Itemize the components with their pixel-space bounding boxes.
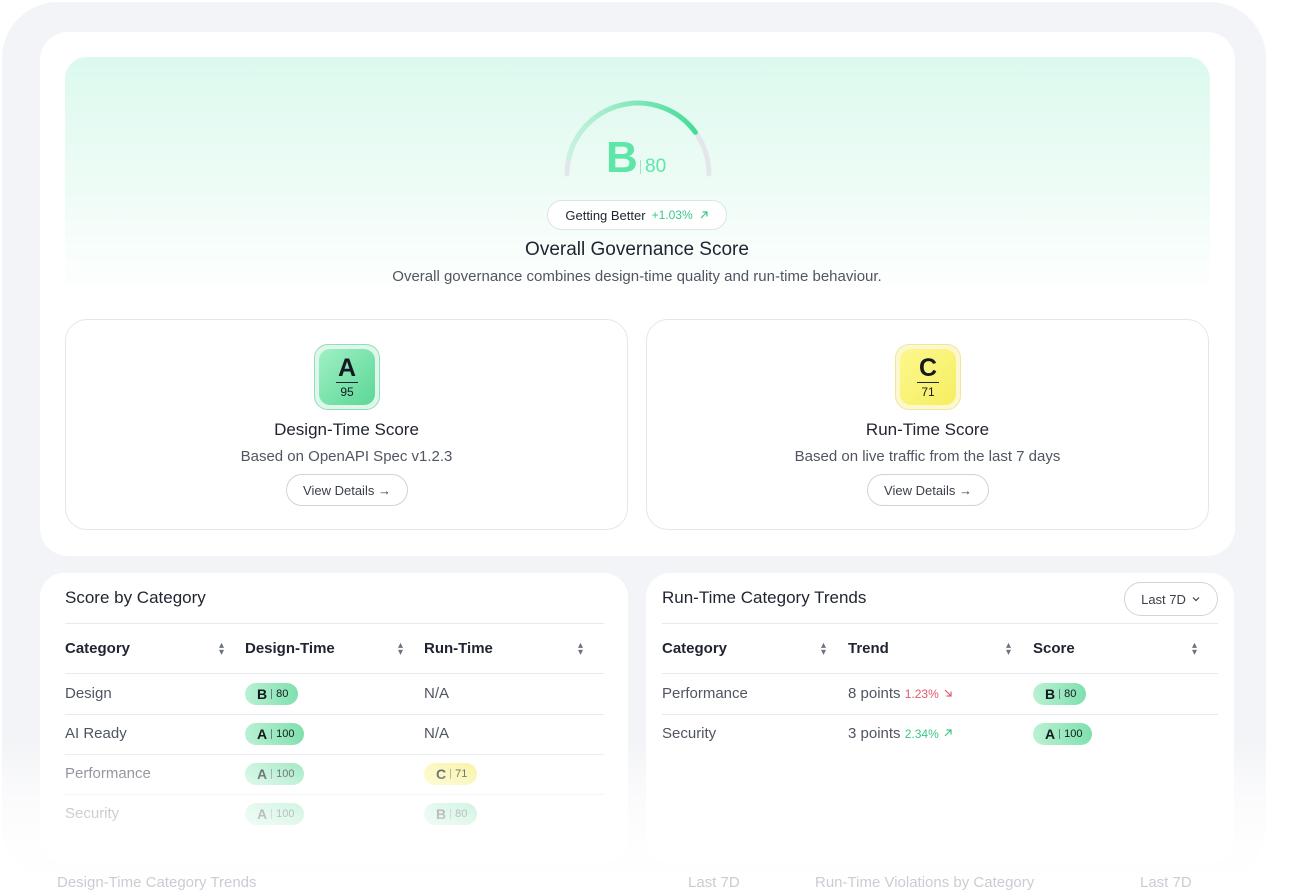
gauge-track [564,100,712,177]
trend-points: 8 points [848,685,901,702]
trend-points: 3 points [848,725,901,742]
trend-badge: Getting Better +1.03% [547,200,727,230]
sort-icon[interactable]: ▴ ▾ [578,641,583,658]
row-divider [65,754,604,755]
category-cell: Performance [65,765,151,782]
grade-score: 100 [276,808,295,820]
run-time-view-details-button[interactable]: View Details → [867,474,989,506]
grade-score: 80 [1064,688,1077,700]
range-dropdown[interactable]: Last 7D [1124,582,1218,616]
range-label: Last 7D [1141,591,1186,607]
arrow-up-right-icon [700,211,708,219]
overall-score: 80 [645,156,667,177]
trend-pct: 2.34% [904,727,939,741]
runtime-trends-title: Run-Time Category Trends [662,588,867,607]
design-time-trends-title: Design-Time Category Trends [57,874,257,891]
sort-icon[interactable]: ▴ ▾ [398,641,403,658]
grade-chip: B 80 [245,683,299,705]
grade-score: 71 [455,768,468,780]
grade-letter: A [257,766,268,782]
grade-letter: B [257,686,268,702]
grade-letter: A [1045,726,1056,742]
divider [662,623,1218,624]
design-time-subtitle: Based on OpenAPI Spec v1.2.3 [240,448,453,465]
grade-chip: A 100 [245,803,305,825]
arrow-down-right-icon [944,689,952,697]
sort-icon[interactable]: ▴ ▾ [1192,641,1197,658]
trend-cell: 8 points 1.23% [848,685,953,702]
runtime-trends-panel [646,573,1234,863]
category-cell: Design [65,685,112,702]
trend-cell: 3 points 2.34% [848,725,953,742]
grade-score: 100 [1064,728,1083,740]
grade-letter: C [436,766,447,782]
grade-score: 100 [276,728,295,740]
run-time-cell: N/A [424,685,450,702]
design-time-view-details-button[interactable]: View Details → [286,474,408,506]
sort-icon[interactable]: ▴ ▾ [821,641,826,658]
row-divider [662,714,1218,715]
grade-chip: B 80 [1033,683,1087,705]
column-header-score[interactable]: Score [1033,640,1075,657]
run-time-title: Run-Time Score [865,420,990,439]
column-header-category[interactable]: Category [662,640,727,657]
design-time-score: 95 [340,385,354,399]
run-time-score: 71 [921,385,935,399]
column-header-category[interactable]: Category [65,640,130,657]
grade-score: 80 [455,808,468,820]
category-cell: Performance [662,685,748,702]
run-time-cell: N/A [424,725,450,742]
grade-chip: B 80 [424,803,478,825]
grade-chip: A 100 [1033,723,1093,745]
score-by-category-title: Score by Category [65,588,206,607]
trend-pct: 1.23% [904,687,939,701]
runtime-violations-range: Last 7D [1140,874,1192,891]
sort-icon[interactable]: ▴ ▾ [1006,641,1011,658]
grade-score: 80 [276,688,289,700]
category-cell: Security [65,805,120,822]
column-header-run-time[interactable]: Run-Time [424,640,493,657]
grade-separator [640,160,641,174]
grade-letter: B [1045,686,1056,702]
trend-label: Getting Better [565,207,646,223]
grade-chip: A 100 [245,723,305,745]
chevron-down-icon [1192,597,1200,602]
overall-title: Overall Governance Score [525,239,749,260]
grade-letter: A [257,806,268,822]
row-divider [65,714,604,715]
run-time-subtitle: Based on live traffic from the last 7 da… [794,448,1061,465]
trend-value: +1.03% [651,208,693,222]
runtime-violations-title: Run-Time Violations by Category [815,874,1035,891]
grade-letter: A [257,726,268,742]
row-divider [65,794,604,795]
arrow-up-right-icon [944,729,952,737]
design-time-grade: A [337,354,357,382]
score-by-category-panel [40,573,628,863]
grade-score: 100 [276,768,295,780]
design-time-trends-range: Last 7D [688,874,740,891]
design-time-card: A 95 Design-Time Score Based on OpenAPI … [65,319,628,530]
divider [662,673,1218,674]
grade-chip: C 71 [424,763,478,785]
divider [65,623,604,624]
grade-letter: B [436,806,447,822]
overall-subtitle: Overall governance combines design-time … [392,268,882,285]
overall-gauge [564,100,712,177]
overall-grade: B [606,133,638,182]
divider [65,673,604,674]
run-time-grade-tile: C 71 [895,344,961,410]
category-cell: AI Ready [65,725,127,742]
run-time-grade: C [918,354,938,382]
category-cell: Security [662,725,717,742]
column-header-trend[interactable]: Trend [848,640,889,657]
design-time-title: Design-Time Score [274,420,419,439]
column-header-design-time[interactable]: Design-Time [245,640,335,657]
sort-icon[interactable]: ▴ ▾ [219,641,224,658]
grade-chip: A 100 [245,763,305,785]
design-time-grade-tile: A 95 [314,344,380,410]
run-time-card: C 71 Run-Time Score Based on live traffi… [646,319,1209,530]
